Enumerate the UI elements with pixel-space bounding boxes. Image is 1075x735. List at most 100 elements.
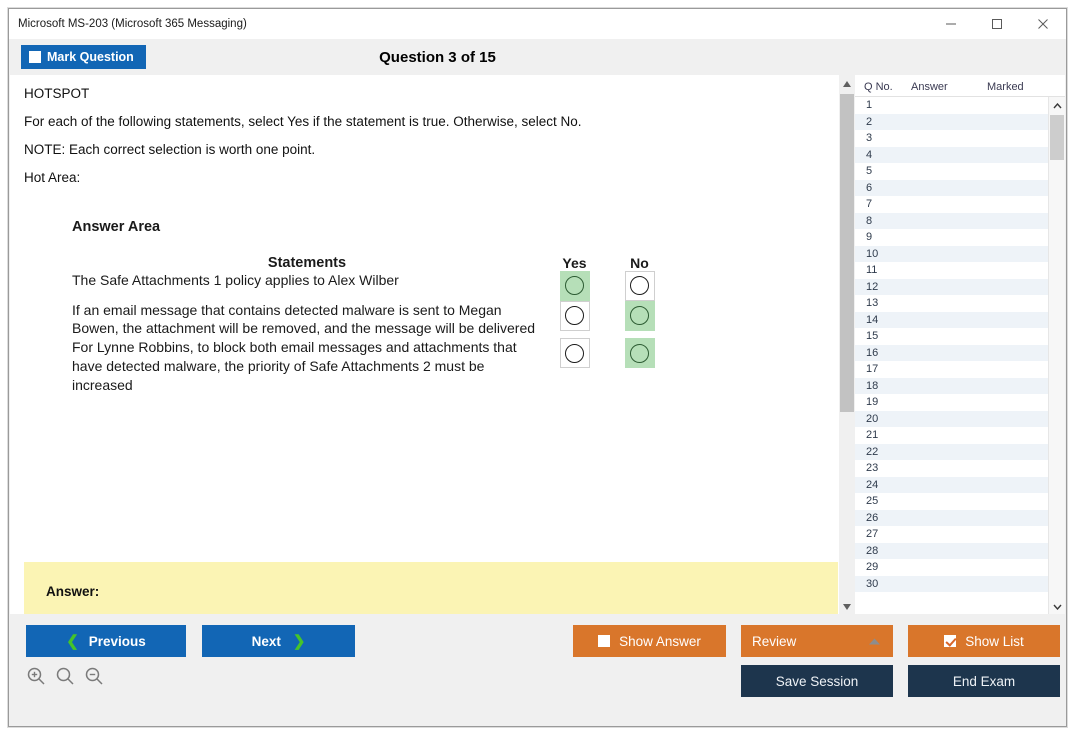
radio-no-statement-3[interactable] [624,338,655,369]
show-answer-button[interactable]: Show Answer [573,625,726,657]
question-list-row-number: 10 [866,247,879,260]
question-list-row[interactable]: 22 [855,443,1048,460]
question-list-row[interactable]: 8 [855,212,1048,229]
close-icon[interactable] [1020,9,1066,39]
question-list-row[interactable]: 13 [855,295,1048,312]
zoom-reset-icon[interactable] [55,666,75,691]
question-list-row-number: 1 [866,99,873,112]
question-list-row[interactable]: 27 [855,526,1048,543]
radio-circle-icon [565,276,584,295]
chevron-left-icon: ❮ [66,633,79,650]
maximize-icon[interactable] [974,9,1020,39]
window-title: Microsoft MS-203 (Microsoft 365 Messagin… [18,17,247,30]
minimize-icon[interactable] [928,9,974,39]
question-list-scrollbar[interactable] [1048,97,1065,615]
question-note: NOTE: Each correct selection is worth on… [24,141,316,157]
mark-question-checkbox-icon[interactable] [29,51,41,63]
review-dropdown[interactable]: Review [741,625,893,657]
question-list-row[interactable]: 11 [855,262,1048,279]
question-list-row[interactable]: 30 [855,575,1048,592]
question-list-row[interactable]: 29 [855,559,1048,576]
show-list-label: Show List [965,633,1024,649]
question-list-row[interactable]: 21 [855,427,1048,444]
exam-header: Mark Question Question 3 of 15 [9,39,1066,75]
chevron-up-icon [868,634,881,649]
show-answer-checkbox-icon[interactable] [598,635,611,647]
option-cell-yes [542,270,607,301]
qlist-column-answer: Answer [911,80,948,93]
option-cell-yes [542,300,607,339]
radio-yes-statement-3[interactable] [559,338,590,369]
hotspot-statement-row: For Lynne Robbins, to block both email m… [72,338,672,395]
question-list-row-number: 4 [866,148,873,161]
previous-button[interactable]: ❮ Previous [26,625,186,657]
question-list-row[interactable]: 25 [855,493,1048,510]
question-counter: Question 3 of 15 [379,48,496,66]
previous-button-label: Previous [88,633,146,649]
question-list-header: Q No. Answer Marked [855,75,1065,97]
question-list-row-number: 16 [866,346,879,359]
radio-no-statement-2[interactable] [624,300,655,331]
question-list-row[interactable]: 1 [855,97,1048,114]
question-list-row[interactable]: 24 [855,476,1048,493]
question-list-row[interactable]: 9 [855,229,1048,246]
question-list-row[interactable]: 20 [855,410,1048,427]
question-list-row[interactable]: 3 [855,130,1048,147]
question-instruction: For each of the following statements, se… [24,113,582,129]
exam-footer: ❮ Previous Next ❯ Show Answer Review Sho… [10,614,1065,725]
answer-area-label: Answer Area [72,218,161,235]
scroll-up-icon[interactable] [839,75,855,92]
radio-yes-statement-2[interactable] [559,300,590,331]
question-list-row[interactable]: 14 [855,311,1048,328]
zoom-in-icon[interactable] [26,666,46,691]
show-list-button[interactable]: Show List [908,625,1060,657]
question-list-body: 1 2 3 4 5 6 7 8 9 10 11 12 13 14 15 16 17 18 19 20 21 22 23 24 2… [855,97,1065,615]
end-exam-button[interactable]: End Exam [908,665,1060,697]
question-list-row[interactable]: 7 [855,196,1048,213]
answer-panel: Answer: [24,562,838,615]
question-list-row[interactable]: 26 [855,509,1048,526]
next-button[interactable]: Next ❯ [202,625,355,657]
question-list-row[interactable]: 16 [855,344,1048,361]
hotspot-statement-row: If an email message that contains detect… [72,300,672,339]
qlist-column-q-no: Q No. [864,80,893,93]
scroll-down-icon[interactable] [839,598,855,615]
question-list-row[interactable]: 6 [855,179,1048,196]
question-list-row[interactable]: 28 [855,542,1048,559]
save-session-button[interactable]: Save Session [741,665,893,697]
question-list-row[interactable]: 4 [855,146,1048,163]
option-cell-yes [542,338,607,395]
show-list-checkbox-icon[interactable] [944,635,957,647]
question-list-row-number: 17 [866,363,879,376]
mark-question-label: Mark Question [47,50,134,64]
question-list-row[interactable]: 19 [855,394,1048,411]
question-list-row[interactable]: 15 [855,328,1048,345]
question-type-label: HOTSPOT [24,86,90,101]
question-list-row[interactable]: 17 [855,361,1048,378]
mark-question-button[interactable]: Mark Question [21,45,146,69]
question-list-scrollbar-thumb[interactable] [1050,115,1064,160]
option-cell-no [607,270,672,301]
question-list-row[interactable]: 10 [855,245,1048,262]
hotspot-block: Answer Area Statements Yes No The Safe A… [10,219,838,395]
question-list-row-number: 23 [866,462,879,475]
question-list-row-number: 15 [866,330,879,343]
title-bar: Microsoft MS-203 (Microsoft 365 Messagin… [9,9,1066,39]
question-list-row[interactable]: 5 [855,163,1048,180]
qlist-scroll-down-icon[interactable] [1049,598,1065,615]
question-list-row[interactable]: 18 [855,377,1048,394]
zoom-out-icon[interactable] [84,666,104,691]
radio-no-statement-1[interactable] [624,270,655,301]
qlist-scroll-up-icon[interactable] [1049,97,1065,114]
question-list-row-number: 19 [866,396,879,409]
question-list-row[interactable]: 12 [855,278,1048,295]
question-list-row[interactable]: 2 [855,113,1048,130]
end-exam-label: End Exam [952,673,1016,689]
content-scrollbar[interactable] [838,75,855,615]
footer-row-secondary: Save Session End Exam [10,665,1065,697]
question-list-row[interactable]: 23 [855,460,1048,477]
content-scrollbar-thumb[interactable] [840,94,854,412]
radio-yes-statement-1[interactable] [559,270,590,301]
question-list-row-number: 28 [866,544,879,557]
question-list-row-number: 13 [866,297,879,310]
